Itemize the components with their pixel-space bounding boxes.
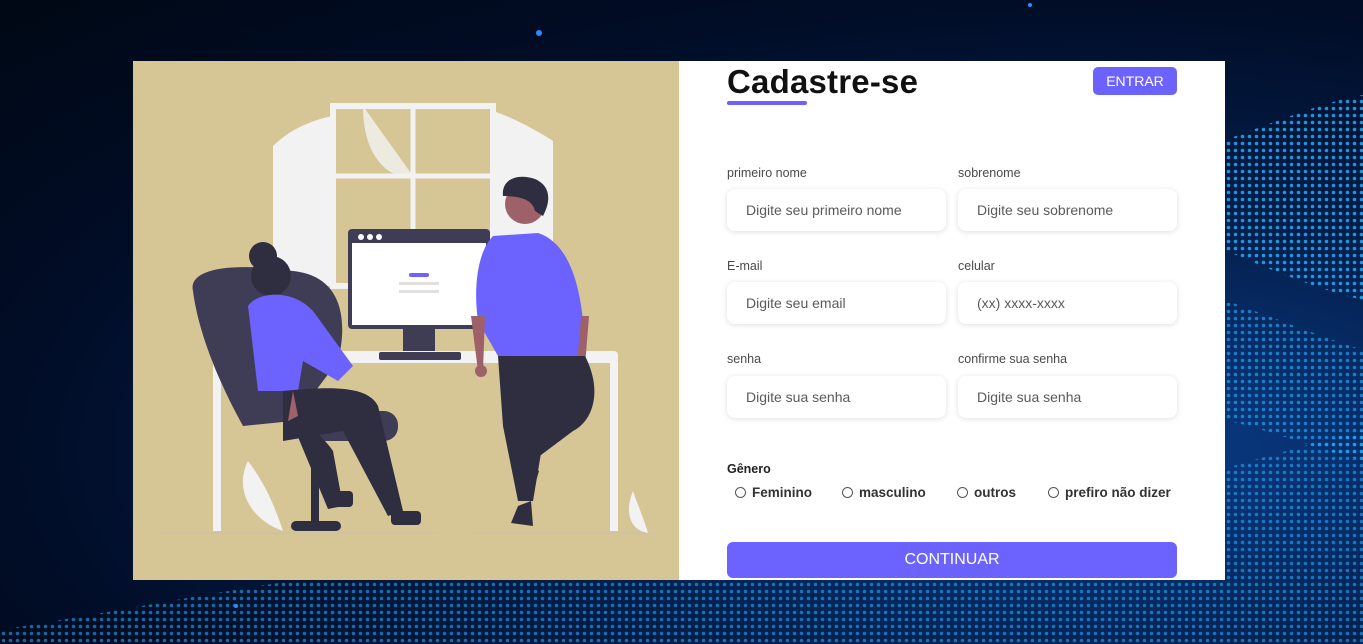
gender-option-prefiro-nao-dizer[interactable]: prefiro não dizer [1048,485,1171,500]
password-label: senha [727,352,762,366]
radio-button[interactable] [1048,487,1059,498]
gender-option-masculino[interactable]: masculino [842,485,926,500]
gender-option-outros[interactable]: outros [957,485,1016,500]
register-card: Cadastre-se ENTRAR primeiro nome sobreno… [133,61,1225,580]
radio-label: Feminino [752,485,812,500]
gender-title: Gênero [727,462,771,476]
register-form: Cadastre-se ENTRAR primeiro nome sobreno… [679,61,1225,580]
phone-input[interactable] [958,282,1177,324]
confirm-password-label: confirme sua senha [958,352,1068,366]
last-name-label: sobrenome [958,166,1021,180]
radio-button[interactable] [842,487,853,498]
login-button[interactable]: ENTRAR [1093,67,1177,95]
last-name-input[interactable] [958,189,1177,231]
password-input[interactable] [727,376,946,418]
continue-button[interactable]: CONTINUAR [727,542,1177,578]
radio-button[interactable] [735,487,746,498]
radio-label: outros [974,485,1016,500]
radio-label: prefiro não dizer [1065,485,1171,500]
people-at-computer-illustration [158,103,653,534]
first-name-label: primeiro nome [727,166,807,180]
radio-button[interactable] [957,487,968,498]
email-label: E-mail [727,259,763,273]
gender-option-feminino[interactable]: Feminino [735,485,812,500]
title-underline [727,101,807,105]
confirm-password-input[interactable] [958,376,1177,418]
phone-label: celular [958,259,995,273]
page-title: Cadastre-se [727,63,919,100]
first-name-input[interactable] [727,189,946,231]
radio-label: masculino [859,485,926,500]
illustration-panel [133,61,679,580]
email-input[interactable] [727,282,946,324]
